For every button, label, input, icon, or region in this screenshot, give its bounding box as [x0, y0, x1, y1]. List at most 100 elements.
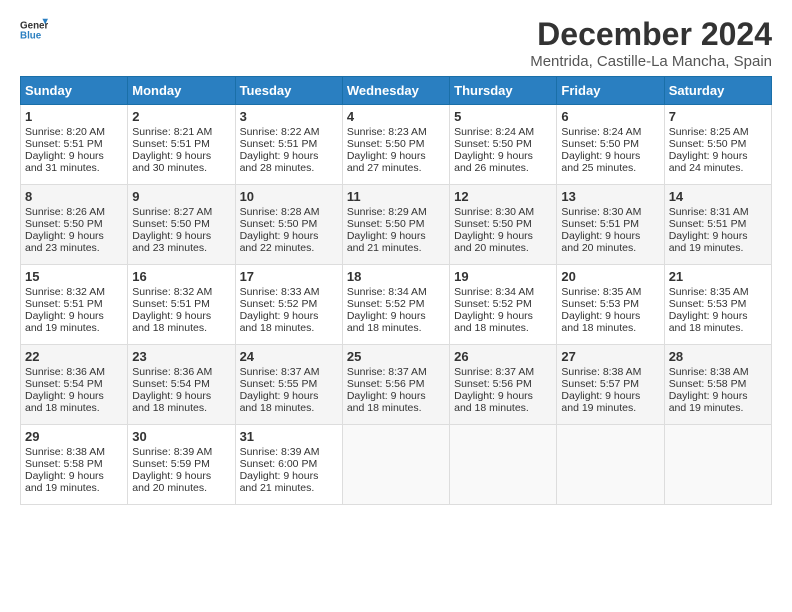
calendar-cell [342, 425, 449, 505]
sunset-text: Sunset: 5:50 PM [25, 218, 103, 230]
calendar-cell: 27Sunrise: 8:38 AMSunset: 5:57 PMDayligh… [557, 345, 664, 425]
sunset-text: Sunset: 5:59 PM [132, 458, 210, 470]
day-number: 17 [240, 269, 338, 284]
day-number: 1 [25, 109, 123, 124]
day-header-saturday: Saturday [664, 77, 771, 105]
sunrise-text: Sunrise: 8:32 AM [132, 286, 212, 298]
daylight-text: Daylight: 9 hours and 18 minutes. [347, 390, 426, 414]
sunset-text: Sunset: 5:51 PM [25, 138, 103, 150]
daylight-text: Daylight: 9 hours and 18 minutes. [669, 310, 748, 334]
daylight-text: Daylight: 9 hours and 30 minutes. [132, 150, 211, 174]
calendar-cell: 10 Sunrise: 8:28 AMSunset: 5:50 PMDayligh… [235, 185, 342, 265]
day-number: 26 [454, 349, 552, 364]
calendar-cell: 9Sunrise: 8:27 AMSunset: 5:50 PMDaylight… [128, 185, 235, 265]
calendar-cell: 25Sunrise: 8:37 AMSunset: 5:56 PMDayligh… [342, 345, 449, 425]
week-row-4: 22Sunrise: 8:36 AMSunset: 5:54 PMDayligh… [21, 345, 772, 425]
day-number: 12 [454, 189, 552, 204]
sunset-text: Sunset: 6:00 PM [240, 458, 318, 470]
day-number: 8 [25, 189, 123, 204]
calendar-cell: 24Sunrise: 8:37 AMSunset: 5:55 PMDayligh… [235, 345, 342, 425]
daylight-text: Daylight: 9 hours and 31 minutes. [25, 150, 104, 174]
daylight-text: Daylight: 9 hours and 18 minutes. [240, 310, 319, 334]
sunset-text: Sunset: 5:54 PM [132, 378, 210, 390]
sunrise-text: Sunrise: 8:39 AM [132, 446, 212, 458]
sunset-text: Sunset: 5:50 PM [240, 218, 318, 230]
sunset-text: Sunset: 5:51 PM [561, 218, 639, 230]
daylight-text: Daylight: 9 hours and 28 minutes. [240, 150, 319, 174]
day-header-sunday: Sunday [21, 77, 128, 105]
sunrise-text: Sunrise: 8:20 AM [25, 126, 105, 138]
sunset-text: Sunset: 5:52 PM [454, 298, 532, 310]
daylight-text: Daylight: 9 hours and 18 minutes. [454, 310, 533, 334]
day-number: 27 [561, 349, 659, 364]
calendar-cell: 15Sunrise: 8:32 AMSunset: 5:51 PMDayligh… [21, 265, 128, 345]
sunset-text: Sunset: 5:51 PM [132, 298, 210, 310]
sunrise-text: Sunrise: 8:21 AM [132, 126, 212, 138]
day-number: 11 [347, 189, 445, 204]
sunrise-text: Sunrise: 8:31 AM [669, 206, 749, 218]
sunset-text: Sunset: 5:54 PM [25, 378, 103, 390]
calendar-cell: 21Sunrise: 8:35 AMSunset: 5:53 PMDayligh… [664, 265, 771, 345]
day-number: 22 [25, 349, 123, 364]
sunrise-text: Sunrise: 8:24 AM [561, 126, 641, 138]
sunrise-text: Sunrise: 8:32 AM [25, 286, 105, 298]
sunrise-text: Sunrise: 8:22 AM [240, 126, 320, 138]
sunset-text: Sunset: 5:50 PM [454, 138, 532, 150]
sunset-text: Sunset: 5:51 PM [25, 298, 103, 310]
day-number: 25 [347, 349, 445, 364]
daylight-text: Daylight: 9 hours and 19 minutes. [669, 390, 748, 414]
sunrise-text: Sunrise: 8:26 AM [25, 206, 105, 218]
calendar-cell: 17Sunrise: 8:33 AMSunset: 5:52 PMDayligh… [235, 265, 342, 345]
day-number: 6 [561, 109, 659, 124]
calendar-cell: 12Sunrise: 8:30 AMSunset: 5:50 PMDayligh… [450, 185, 557, 265]
daylight-text: Daylight: 9 hours and 21 minutes. [240, 470, 319, 494]
sunrise-text: Sunrise: 8:29 AM [347, 206, 427, 218]
daylight-text: Daylight: 9 hours and 24 minutes. [669, 150, 748, 174]
week-row-2: 8Sunrise: 8:26 AMSunset: 5:50 PMDaylight… [21, 185, 772, 265]
calendar-cell: 7Sunrise: 8:25 AMSunset: 5:50 PMDaylight… [664, 105, 771, 185]
calendar-cell: 16Sunrise: 8:32 AMSunset: 5:51 PMDayligh… [128, 265, 235, 345]
calendar-cell: 30Sunrise: 8:39 AMSunset: 5:59 PMDayligh… [128, 425, 235, 505]
daylight-text: Daylight: 9 hours and 20 minutes. [454, 230, 533, 254]
main-title: December 2024 [530, 16, 772, 53]
sunset-text: Sunset: 5:51 PM [240, 138, 318, 150]
daylight-text: Daylight: 9 hours and 18 minutes. [25, 390, 104, 414]
day-number: 24 [240, 349, 338, 364]
day-number: 4 [347, 109, 445, 124]
calendar-cell [664, 425, 771, 505]
calendar-cell: 23Sunrise: 8:36 AMSunset: 5:54 PMDayligh… [128, 345, 235, 425]
sunset-text: Sunset: 5:50 PM [561, 138, 639, 150]
day-number: 13 [561, 189, 659, 204]
calendar-table: SundayMondayTuesdayWednesdayThursdayFrid… [20, 76, 772, 505]
day-number: 2 [132, 109, 230, 124]
calendar-cell: 31 Sunrise: 8:39 AMSunset: 6:00 PMDayligh… [235, 425, 342, 505]
day-number: 29 [25, 429, 123, 444]
day-number: 14 [669, 189, 767, 204]
calendar-cell: 19Sunrise: 8:34 AMSunset: 5:52 PMDayligh… [450, 265, 557, 345]
day-number: 3 [240, 109, 338, 124]
daylight-text: Daylight: 9 hours and 26 minutes. [454, 150, 533, 174]
day-number: 10 [240, 189, 338, 204]
sunrise-text: Sunrise: 8:28 AM [240, 206, 320, 218]
sunrise-text: Sunrise: 8:36 AM [132, 366, 212, 378]
daylight-text: Daylight: 9 hours and 25 minutes. [561, 150, 640, 174]
daylight-text: Daylight: 9 hours and 19 minutes. [25, 310, 104, 334]
logo: General Blue [20, 16, 48, 44]
sunrise-text: Sunrise: 8:38 AM [669, 366, 749, 378]
sunset-text: Sunset: 5:57 PM [561, 378, 639, 390]
daylight-text: Daylight: 9 hours and 22 minutes. [240, 230, 319, 254]
sunrise-text: Sunrise: 8:37 AM [347, 366, 427, 378]
sunset-text: Sunset: 5:52 PM [347, 298, 425, 310]
sunrise-text: Sunrise: 8:24 AM [454, 126, 534, 138]
day-header-tuesday: Tuesday [235, 77, 342, 105]
calendar-cell: 14Sunrise: 8:31 AMSunset: 5:51 PMDayligh… [664, 185, 771, 265]
sunrise-text: Sunrise: 8:39 AM [240, 446, 320, 458]
sunset-text: Sunset: 5:53 PM [561, 298, 639, 310]
sunrise-text: Sunrise: 8:34 AM [454, 286, 534, 298]
daylight-text: Daylight: 9 hours and 19 minutes. [25, 470, 104, 494]
daylight-text: Daylight: 9 hours and 21 minutes. [347, 230, 426, 254]
calendar-cell: 22Sunrise: 8:36 AMSunset: 5:54 PMDayligh… [21, 345, 128, 425]
subtitle: Mentrida, Castille-La Mancha, Spain [530, 53, 772, 70]
sunrise-text: Sunrise: 8:30 AM [454, 206, 534, 218]
day-number: 31 [240, 429, 338, 444]
